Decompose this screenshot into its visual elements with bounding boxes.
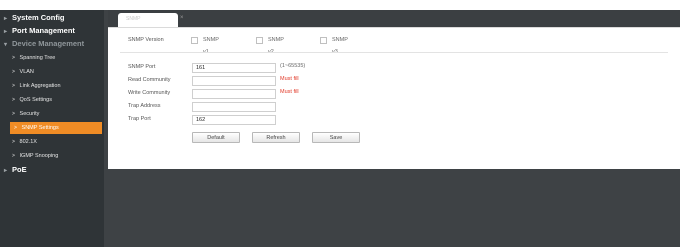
snmp-settings-panel: SNMP Version SNMP v1 SNMP v2 SNMP v3 SNM… [108, 27, 680, 169]
sidebar-item-label: QoS Settings [19, 97, 52, 103]
refresh-button[interactable]: Refresh [252, 132, 300, 143]
sidebar-item-label: 802.1X [19, 139, 37, 145]
caret-right-icon: ▸ [4, 16, 8, 22]
snmp-port-hint: (1~65535) [280, 63, 306, 69]
tab-snmp[interactable]: SNMP × [118, 13, 184, 27]
snmp-v2-label: SNMP v2 [268, 37, 284, 55]
write-community-must-fill: Must fill [280, 89, 299, 95]
tab-strip: SNMP × [108, 10, 680, 27]
read-community-must-fill: Must fill [280, 76, 299, 82]
sidebar-item-label: Port Management [12, 26, 75, 35]
snmp-version-label: SNMP Version [128, 37, 164, 43]
chevron-right-icon: > [12, 83, 15, 89]
sidebar-item-label: Device Management [12, 39, 85, 48]
read-community-label: Read Community [128, 77, 171, 83]
sidebar-item-label: Link Aggregation [19, 83, 61, 89]
divider [120, 52, 668, 53]
chevron-right-icon: > [12, 97, 15, 103]
snmp-port-input[interactable] [192, 63, 276, 73]
caret-right-icon: ▸ [4, 29, 8, 35]
chevron-right-icon: > [12, 69, 15, 75]
snmp-v1-label: SNMP v1 [203, 37, 219, 55]
sidebar-item-port-management[interactable]: ▸ Port Management [0, 25, 104, 37]
sidebar-item-vlan[interactable]: > VLAN [0, 66, 104, 78]
sidebar-item-label: VLAN [19, 69, 34, 75]
chevron-right-icon: > [12, 153, 15, 159]
sidebar-item-system-config[interactable]: ▸ System Config [0, 12, 104, 24]
chevron-right-icon: > [12, 55, 15, 61]
trap-address-label: Trap Address [128, 103, 161, 109]
sidebar-item-label: System Config [12, 13, 65, 22]
default-button[interactable]: Default [192, 132, 240, 143]
trap-port-label: Trap Port [128, 116, 151, 122]
snmp-v1-checkbox[interactable] [191, 37, 198, 44]
trap-address-input[interactable] [192, 102, 276, 112]
snmp-v3-label: SNMP v3 [332, 37, 348, 55]
sidebar-item-label: SNMP Settings [21, 125, 59, 131]
chevron-right-icon: > [12, 111, 15, 117]
sidebar-item-label: PoE [12, 165, 27, 174]
snmp-port-label: SNMP Port [128, 64, 156, 70]
caret-down-icon: ▾ [4, 42, 8, 48]
sidebar-item-link-aggregation[interactable]: > Link Aggregation [0, 80, 104, 92]
write-community-label: Write Community [128, 90, 171, 96]
main-content: SNMP × SNMP Version SNMP v1 SNMP v2 SNMP… [108, 10, 680, 169]
read-community-input[interactable] [192, 76, 276, 86]
sidebar-item-label: IGMP Snooping [19, 153, 59, 159]
sidebar-item-qos-settings[interactable]: > QoS Settings [0, 94, 104, 106]
chevron-right-icon: > [12, 139, 15, 145]
close-icon[interactable]: × [180, 12, 186, 21]
snmp-v2-checkbox[interactable] [256, 37, 263, 44]
top-bar [0, 0, 680, 10]
sidebar-item-poe[interactable]: ▸ PoE [0, 164, 104, 176]
write-community-input[interactable] [192, 89, 276, 99]
snmp-v3-checkbox[interactable] [320, 37, 327, 44]
sidebar-item-label: Security [19, 111, 40, 117]
save-button[interactable]: Save [312, 132, 360, 143]
sidebar-item-igmp-snooping[interactable]: > IGMP Snooping [0, 150, 104, 162]
sidebar-item-device-management[interactable]: ▾ Device Management [0, 38, 104, 50]
trap-port-input[interactable] [192, 115, 276, 125]
sidebar: ▸ System Config ▸ Port Management ▾ Device … [0, 10, 104, 247]
tab-label: SNMP [126, 16, 141, 22]
sidebar-item-security[interactable]: > Security [0, 108, 104, 120]
sidebar-item-snmp-settings[interactable]: > SNMP Settings [10, 122, 102, 134]
sidebar-item-spanning-tree[interactable]: > Spanning Tree [0, 52, 104, 64]
caret-right-icon: ▸ [4, 168, 8, 174]
sidebar-item-label: Spanning Tree [19, 55, 56, 61]
chevron-right-icon: > [14, 125, 17, 131]
sidebar-item-8021x[interactable]: > 802.1X [0, 136, 104, 148]
